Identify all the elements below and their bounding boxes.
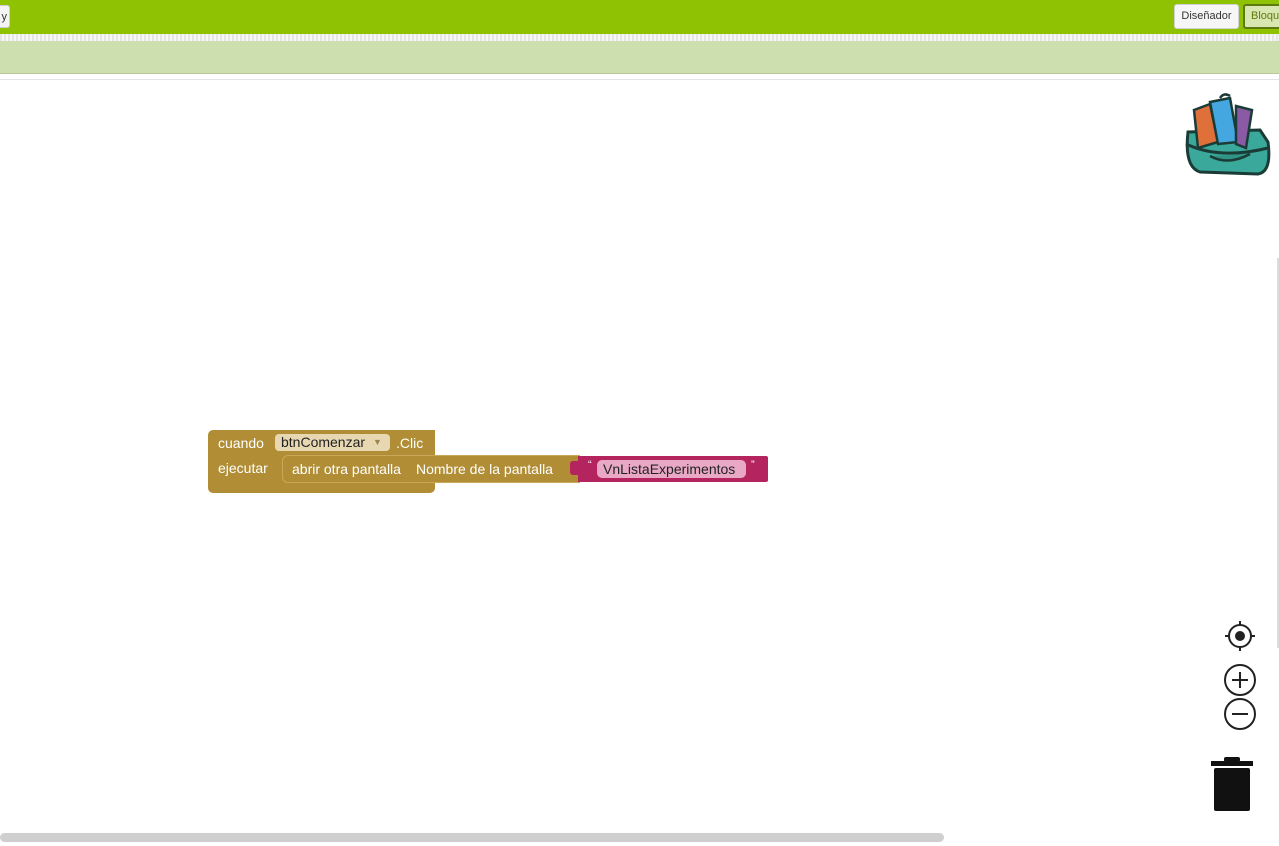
- left-toolbar-button[interactable]: y: [0, 5, 10, 28]
- recenter-icon[interactable]: [1224, 620, 1256, 652]
- component-dropdown[interactable]: btnComenzar ▼: [275, 434, 390, 451]
- trash-icon[interactable]: [1210, 756, 1254, 812]
- do-label: ejecutar: [218, 460, 268, 476]
- dropdown-arrow-icon: ▼: [373, 437, 382, 447]
- designer-button[interactable]: Diseñador: [1174, 4, 1239, 29]
- toolbar-separator: [0, 34, 1279, 41]
- blocks-button[interactable]: Bloques: [1243, 4, 1279, 29]
- zoom-in-icon[interactable]: [1223, 663, 1257, 697]
- open-quote: “: [588, 459, 592, 471]
- secondary-toolbar: [0, 41, 1279, 74]
- workspace-top-border: [0, 79, 1279, 80]
- event-name: .Clic: [396, 435, 424, 451]
- horizontal-scrollbar[interactable]: [0, 833, 944, 842]
- top-toolbar: y Diseñador Bloques: [0, 0, 1279, 34]
- open-screen-label: abrir otra pantalla: [292, 461, 401, 477]
- component-name: btnComenzar: [281, 434, 366, 450]
- close-quote: ”: [751, 459, 755, 471]
- text-value-field[interactable]: VnListaExperimentos: [597, 460, 746, 478]
- screen-name-param-label: Nombre de la pantalla: [416, 461, 553, 477]
- when-label: cuando: [218, 435, 264, 451]
- zoom-out-icon[interactable]: [1223, 697, 1257, 731]
- backpack-icon[interactable]: [1180, 92, 1272, 178]
